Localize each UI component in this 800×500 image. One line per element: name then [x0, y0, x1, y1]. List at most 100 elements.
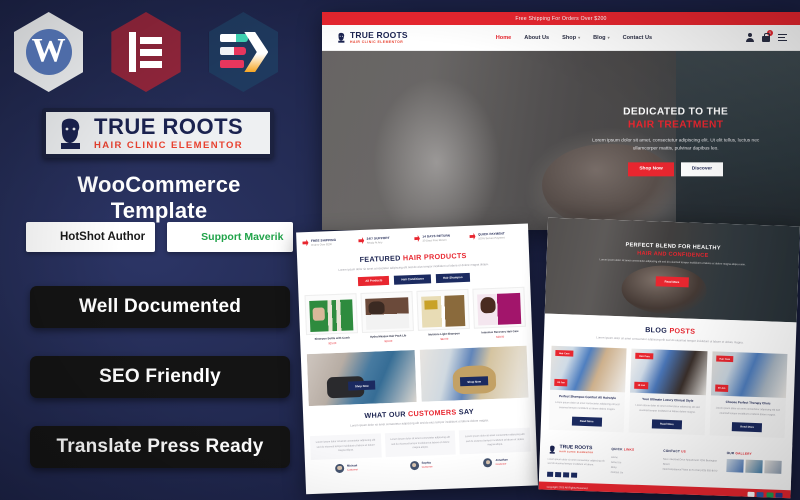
- footer-link[interactable]: Contact Us: [610, 470, 656, 477]
- feature-sub: 100% Secure Payment: [478, 235, 505, 240]
- payment-icon: [469, 233, 475, 240]
- logo-title: TRUE ROOTS: [94, 113, 244, 139]
- footer-gallery-thumbs[interactable]: [725, 458, 784, 474]
- paypal-icon: [765, 492, 774, 498]
- blog-date: 24 Jan: [554, 379, 568, 387]
- feature-pill-label: Translate Press Ready: [56, 436, 264, 457]
- blog-card[interactable]: Hair Care 09 Jan Choose Perfect Therapy …: [709, 351, 788, 438]
- testimonial-quote: Lorem ipsum dolor sit amet consectetur a…: [464, 432, 525, 447]
- promo-tile[interactable]: Shop Now: [306, 349, 417, 407]
- blog-hero-button[interactable]: Read More: [655, 276, 689, 288]
- blog-tag: Hair Care: [715, 355, 734, 363]
- avatar: [409, 460, 419, 471]
- product-card[interactable]: Shampoo Bottle with Comb $25.00: [304, 293, 358, 346]
- footer-contact-title: CONTACT US: [663, 448, 687, 454]
- hero-copy: DEDICATED TO THE HAIR TREATMENT Lorem ip…: [580, 105, 771, 177]
- footer-about-column: TRUE ROOTS HAIR CLINIC ELEMENTOR Lorem i…: [547, 444, 605, 479]
- feature-item: FREE SHIPPING Orders Over $200: [302, 237, 355, 247]
- mastercard-icon: [746, 491, 755, 498]
- feature-pill-label: SEO Friendly: [99, 366, 221, 387]
- poster-canvas: W TRUE ROOTS HAIR CLINIC ELEMENTOR WooCo…: [0, 0, 800, 500]
- elementor-icon: [111, 12, 181, 92]
- preview-products-screenshot[interactable]: FREE SHIPPING Orders Over $200 24/7 SUPPO…: [296, 223, 538, 495]
- footer-about-text: Lorem ipsum dolor sit amet consectetur a…: [547, 457, 605, 467]
- read-more-button[interactable]: Read More: [651, 419, 682, 430]
- blog-date: 18 Jan: [634, 381, 649, 390]
- footer-social-links[interactable]: [547, 471, 605, 479]
- wordpress-icon: W: [14, 12, 84, 92]
- support-maverik-badge: Support Maverik: [167, 222, 294, 252]
- support-icon: [358, 237, 364, 244]
- product-card[interactable]: Intensive Recovery Hair Care $28.00: [472, 286, 526, 340]
- feature-item: QUICK PAYMENT 100% Secure Payment: [469, 231, 522, 241]
- blog-grid: Hair Care 24 Jan Perfect Shampoo Comfort…: [541, 339, 796, 438]
- bearded-man-icon: [549, 445, 555, 454]
- testimonial-author: Sophia Customer: [386, 459, 457, 471]
- hero-section: DEDICATED TO THE HAIR TREATMENT Lorem ip…: [322, 51, 800, 230]
- testimonial-author: Jonathan Customer: [460, 457, 531, 469]
- product-card[interactable]: Moisture Light Shampoo $32.00: [416, 288, 470, 342]
- preview-hero-screenshot[interactable]: Free Shipping For Orders Over $200 TRUE …: [322, 12, 800, 230]
- footer-gallery-column: OUR GALLERY: [725, 450, 784, 486]
- filter-shampoo[interactable]: Hair Shampoo: [435, 272, 470, 284]
- instagram-icon[interactable]: [563, 472, 569, 478]
- nav-item-blog[interactable]: Blog ▾: [593, 35, 609, 41]
- support-maverik-label: Support Maverik: [201, 231, 284, 243]
- product-card[interactable]: Hydra Masque Hair Pack Lib $19.00: [360, 290, 414, 344]
- footer-quicklinks-title: QUICK LINKS: [611, 446, 635, 452]
- youtube-icon[interactable]: [571, 472, 577, 479]
- return-icon: [414, 235, 420, 242]
- feature-pill-label: Well Documented: [78, 296, 242, 317]
- avatar: [334, 463, 345, 474]
- feature-sub: 30 Days Free Return: [422, 238, 447, 243]
- blog-card[interactable]: Hair Care 24 Jan Perfect Shampoo Comfort…: [548, 346, 627, 433]
- blog-date: 09 Jan: [714, 384, 729, 393]
- hamburger-icon[interactable]: [778, 33, 787, 42]
- gallery-thumb[interactable]: [745, 459, 763, 473]
- navbar-icons[interactable]: 0: [746, 30, 787, 42]
- footer-quicklinks-column: QUICK LINKS Home About Us Shop Contact U…: [610, 447, 657, 481]
- amex-icon: [775, 492, 783, 499]
- promo-tile-button[interactable]: Shop Now: [460, 376, 489, 387]
- nav-item-shop[interactable]: Shop ▾: [562, 35, 580, 41]
- poster-headline: WooCommerce Template: [77, 172, 241, 223]
- nav-item-about[interactable]: About Us: [524, 35, 549, 41]
- read-more-button[interactable]: Read More: [571, 416, 602, 427]
- footer-gallery-title: OUR GALLERY: [726, 450, 752, 456]
- filter-all[interactable]: All Products: [358, 275, 390, 287]
- cart-icon[interactable]: 0: [762, 30, 773, 42]
- author-role: Customer: [347, 467, 359, 472]
- avatar: [483, 458, 493, 468]
- copyright-text: Copyright 2023 All Rights Reserved: [546, 485, 588, 491]
- gallery-thumb[interactable]: [725, 458, 744, 473]
- discover-button[interactable]: Discover: [680, 162, 724, 177]
- gallery-thumb[interactable]: [764, 459, 782, 474]
- nav-item-home[interactable]: Home: [496, 35, 512, 41]
- preview-blog-screenshot[interactable]: PERFECT BLEND FOR HEALTHY HAIR AND CONFID…: [538, 217, 800, 499]
- primary-nav[interactable]: Home About Us Shop ▾ Blog ▾ Contact Us: [496, 35, 652, 41]
- blog-title: Perfect Shampoo Comfort All Hairstyle: [558, 394, 617, 401]
- hero-buttons: Shop Now Discover: [580, 162, 771, 177]
- navbar-logo[interactable]: TRUE ROOTS HAIR CLINIC ELEMENTOR: [336, 31, 408, 44]
- feature-item: 24/7 SUPPORT Ready At Any: [358, 235, 411, 245]
- nav-item-contact[interactable]: Contact Us: [623, 35, 653, 41]
- testimonial-quote: Lorem ipsum dolor sit amet consectetur a…: [315, 438, 376, 453]
- shop-now-button[interactable]: Shop Now: [628, 162, 674, 177]
- blog-card[interactable]: Hair Care 18 Jan Your Ultimate Luxury Cl…: [628, 348, 708, 435]
- read-more-button[interactable]: Read More: [732, 421, 763, 432]
- promo-tile[interactable]: Shop Now: [419, 345, 529, 402]
- facebook-icon[interactable]: [547, 471, 553, 478]
- promo-tile-button[interactable]: Shop Now: [347, 380, 376, 391]
- flame-shield-icon: [33, 226, 53, 248]
- testimonial-author: Michael Customer: [311, 462, 382, 474]
- left-info-panel: W TRUE ROOTS HAIR CLINIC ELEMENTOR WooCo…: [0, 0, 318, 500]
- feature-sub: Orders Over $200: [311, 242, 332, 247]
- platform-badges: W: [14, 12, 306, 92]
- blog-excerpt: Lorem ipsum dolor sit amet consectetur a…: [715, 406, 780, 417]
- feature-pill-translate: Translate Press Ready: [30, 426, 290, 468]
- footer-contact-column: CONTACT US New Lakeland Drive Appartment…: [662, 448, 720, 483]
- filter-conditioner[interactable]: Hair Conditioner: [394, 274, 432, 285]
- twitter-icon[interactable]: [555, 471, 561, 478]
- user-icon[interactable]: [746, 33, 754, 42]
- author-role: Customer: [421, 465, 433, 469]
